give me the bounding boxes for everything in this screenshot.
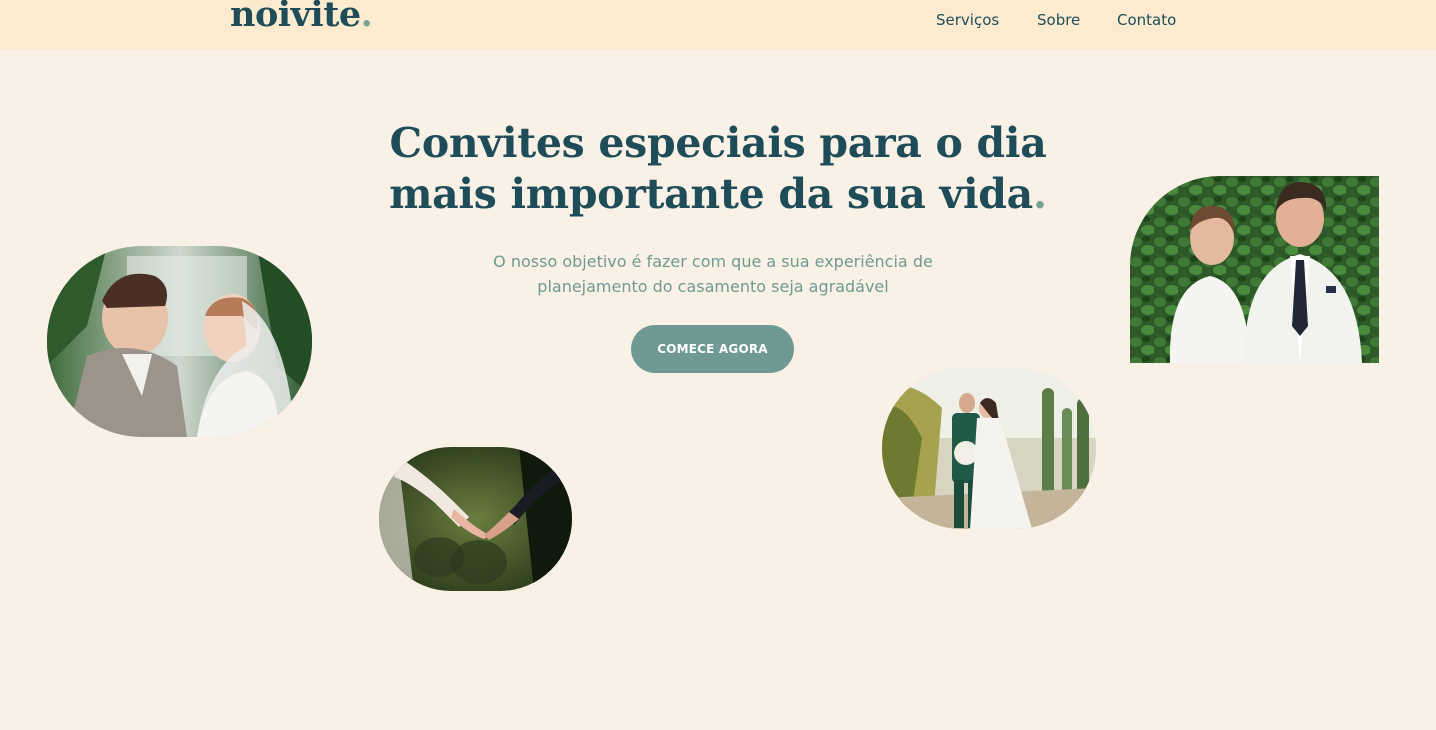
logo-dot: . [360, 0, 373, 35]
start-now-button[interactable]: COMECE AGORA [631, 325, 794, 373]
hero-title-line2: mais importante da sua vida [389, 170, 1033, 218]
nav-contato[interactable]: Contato [1117, 11, 1176, 29]
couple-greenhouse-photo [47, 246, 312, 437]
couple-ivy-wall-photo [1130, 176, 1379, 363]
holding-hands-photo [379, 447, 572, 591]
hero-title: Convites especiais para o dia mais impor… [318, 118, 1118, 220]
logo[interactable]: noivite. [230, 0, 373, 35]
hero-subtitle: O nosso objetivo é fazer com que a sua e… [493, 252, 933, 296]
logo-text: noivite [230, 0, 361, 35]
site-header: noivite. Serviços Sobre Contato [0, 0, 1436, 50]
hero-title-dot: . [1032, 170, 1047, 218]
nav-sobre[interactable]: Sobre [1037, 11, 1080, 29]
nav-servicos[interactable]: Serviços [936, 11, 999, 29]
hero-title-line1: Convites especiais para o dia [389, 119, 1047, 167]
couple-desert-photo [882, 368, 1096, 529]
